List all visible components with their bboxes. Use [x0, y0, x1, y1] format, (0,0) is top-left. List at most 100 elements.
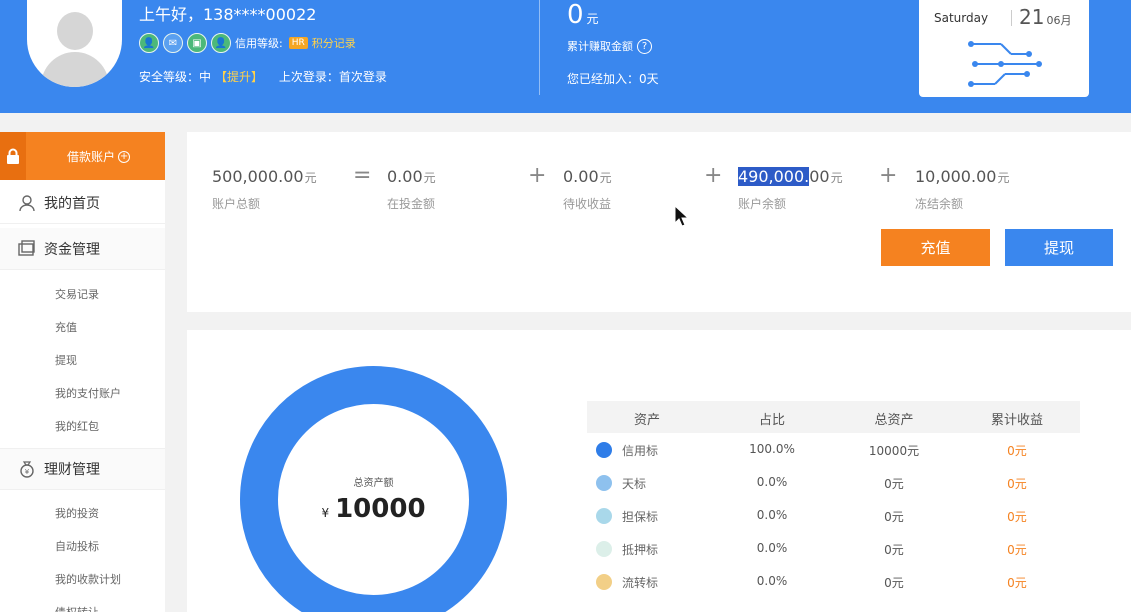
user-icon — [16, 193, 38, 213]
svg-text:¥: ¥ — [25, 468, 30, 476]
column-header: 资产 — [633, 413, 660, 428]
column-header: 累计收益 — [990, 413, 1043, 428]
donut-value: ¥10000 — [321, 494, 426, 524]
credit-level-label: 信用等级: — [235, 37, 283, 50]
balance-invested: 0.00元 在投金额 — [387, 167, 436, 211]
date-separator — [1011, 10, 1012, 26]
sidebar-sub-recharge[interactable]: 充值 — [55, 319, 77, 335]
asset-ratio: 100.0% — [749, 442, 795, 456]
table-row: 天标 0.0% 0元 0元 — [587, 467, 1080, 500]
help-icon[interactable]: ? — [637, 38, 652, 54]
sidebar-sub-withdraw[interactable]: 提现 — [55, 352, 77, 368]
date-weekday: Saturday — [934, 11, 989, 25]
balance-frozen: 10,000.00元 冻结余额 — [915, 167, 1010, 211]
series-color-dot — [596, 442, 612, 458]
date-card: Saturday 21 06月 — [919, 0, 1089, 97]
account-header: 上午好，138****00022 👤 ✉ ▣ 👤 信用等级: HR 积分记录 安… — [0, 0, 1131, 113]
header-divider — [539, 0, 540, 95]
last-login: 上次登录：首次登录 — [278, 70, 387, 84]
date-day-month: 21 06月 — [1019, 5, 1072, 29]
balance-pending: 0.00元 待收收益 — [563, 167, 612, 211]
wallet-icon — [16, 239, 38, 259]
table-row: 信用标 100.0% 10000元 0元 — [587, 434, 1080, 467]
circuit-illustration-icon — [968, 41, 1042, 87]
sidebar-sub-red-packet[interactable]: 我的红包 — [55, 418, 99, 434]
asset-total: 0元 — [884, 543, 904, 557]
sidebar-sub-debt-transfer[interactable]: 债权转让 — [55, 604, 99, 612]
sidebar-item-label: 资金管理 — [44, 241, 100, 258]
loan-account-label: 借款账户 — [67, 150, 116, 164]
joined-days: 您已经加入：0天 — [567, 72, 659, 86]
withdraw-button[interactable]: 提现 — [1005, 229, 1113, 266]
sidebar-item-label: 我的首页 — [44, 195, 100, 212]
avatar-head-shape — [57, 12, 93, 50]
balance-total: 500,000.00元 账户总额 — [212, 167, 317, 211]
asset-income: 0元 — [1007, 510, 1027, 524]
earnings-amount: 0元 — [567, 0, 599, 30]
avatar[interactable] — [27, 0, 122, 87]
balance-available: 490,000.00元 账户余额 — [738, 167, 843, 211]
asset-income: 0元 — [1007, 543, 1027, 557]
asset-name: 担保标 — [622, 510, 659, 524]
asset-total: 0元 — [884, 477, 904, 491]
points-record-link[interactable]: 积分记录 — [312, 35, 356, 51]
avatar-body-shape — [41, 52, 109, 87]
asset-ratio: 0.0% — [756, 541, 788, 555]
plus-sign: + — [879, 163, 898, 188]
verification-badges: 👤 ✉ ▣ 👤 信用等级: HR 积分记录 — [139, 33, 356, 53]
series-color-dot — [596, 574, 612, 590]
user-verify-icon[interactable]: 👤 — [211, 33, 231, 53]
sidebar-sub-collection-plan[interactable]: 我的收款计划 — [55, 571, 121, 587]
series-color-dot — [596, 508, 612, 524]
asset-income: 0元 — [1007, 444, 1027, 458]
sidebar-sub-my-investment[interactable]: 我的投资 — [55, 505, 99, 521]
safety-upgrade-link[interactable]: 【提升】 — [215, 70, 263, 84]
asset-ratio: 0.0% — [756, 475, 788, 489]
asset-income: 0元 — [1007, 477, 1027, 491]
column-header: 总资产 — [874, 413, 914, 428]
asset-ratio: 0.0% — [756, 508, 788, 522]
series-color-dot — [596, 475, 612, 491]
asset-total: 0元 — [884, 576, 904, 590]
safety-row: 安全等级：中 【提升】 上次登录：首次登录 — [139, 68, 391, 85]
asset-name: 抵押标 — [622, 543, 659, 557]
column-header: 占比 — [758, 413, 785, 428]
mouse-cursor-icon — [674, 205, 690, 227]
sidebar: 借款账户 + 我的首页 资金管理 交易记录 充值 提现 我的支付账户 我的红包 … — [0, 132, 165, 612]
asset-name: 流转标 — [622, 576, 659, 590]
earnings-label: 累计赚取金额 ? — [567, 38, 652, 54]
plus-circle-icon: + — [118, 150, 131, 163]
donut-label: 总资产额 — [353, 478, 394, 489]
asset-name: 信用标 — [622, 444, 659, 458]
equals-sign: = — [353, 163, 372, 188]
sidebar-sub-auto-bid[interactable]: 自动投标 — [55, 538, 99, 554]
asset-income: 0元 — [1007, 576, 1027, 590]
phone-verify-icon[interactable]: 👤 — [139, 33, 159, 53]
table-row: 抵押标 0.0% 0元 0元 — [587, 533, 1080, 566]
series-color-dot — [596, 541, 612, 557]
asset-table-header: 资产 占比 总资产 累计收益 — [587, 401, 1080, 433]
asset-total: 0元 — [884, 510, 904, 524]
plus-sign: + — [528, 163, 547, 188]
greeting-text: 上午好，138****00022 — [139, 5, 317, 24]
money-bag-icon: ¥ — [16, 459, 38, 479]
sidebar-sub-transactions[interactable]: 交易记录 — [55, 286, 99, 302]
sidebar-item-wealth[interactable]: ¥ 理财管理 — [0, 448, 165, 490]
table-row: 担保标 0.0% 0元 0元 — [587, 500, 1080, 533]
email-verify-icon[interactable]: ✉ — [163, 33, 183, 53]
loan-account-button[interactable]: 借款账户 + — [0, 132, 165, 180]
recharge-button[interactable]: 充值 — [881, 229, 990, 266]
asset-ratio: 0.0% — [756, 574, 788, 588]
sidebar-item-funds[interactable]: 资金管理 — [0, 228, 165, 270]
id-verify-icon[interactable]: ▣ — [187, 33, 207, 53]
lock-icon — [0, 132, 26, 180]
sidebar-sub-payment-account[interactable]: 我的支付账户 — [55, 385, 121, 401]
credit-level-badge: HR — [288, 37, 308, 49]
safety-level: 安全等级：中 — [139, 70, 212, 84]
plus-sign: + — [704, 163, 723, 188]
table-row: 流转标 0.0% 0元 0元 — [587, 566, 1080, 599]
selected-text[interactable]: 490,000. — [738, 167, 810, 186]
asset-name: 天标 — [622, 477, 647, 491]
sidebar-item-home[interactable]: 我的首页 — [0, 182, 165, 224]
sidebar-item-label: 理财管理 — [44, 462, 100, 478]
